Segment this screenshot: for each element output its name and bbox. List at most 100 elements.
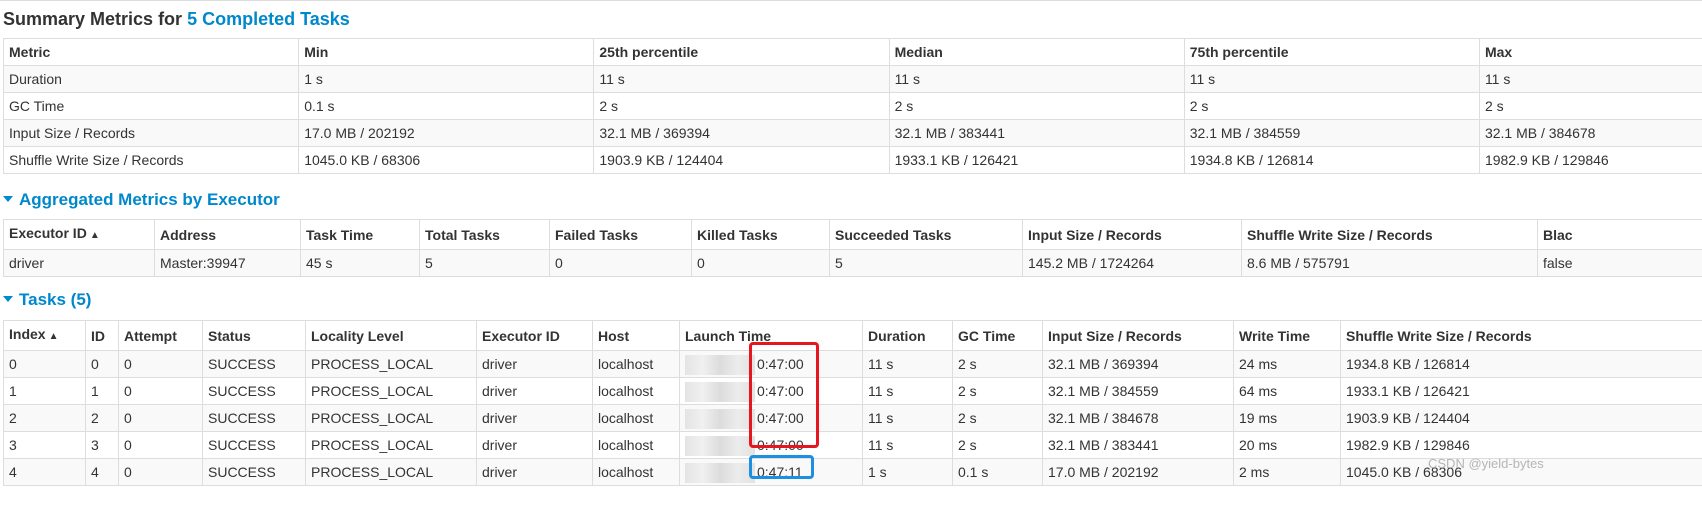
column-header-label: Input Size / Records (1048, 327, 1182, 344)
column-header-label: Metric (9, 44, 51, 60)
column-header-input-size-records[interactable]: Input Size / Records (1042, 320, 1234, 351)
table-cell: 32.1 MB / 384678 (1478, 119, 1702, 147)
column-header-killed-tasks[interactable]: Killed Tasks (691, 219, 830, 250)
table-cell: SUCCESS (202, 377, 306, 405)
column-header-label: Max (1484, 44, 1513, 60)
column-header-locality-level[interactable]: Locality Level (305, 320, 477, 351)
table-cell: SUCCESS (202, 431, 306, 459)
executor-section-toggle[interactable]: Aggregated Metrics by Executor (3, 189, 280, 211)
completed-tasks-link[interactable]: 5 Completed Tasks (187, 9, 350, 29)
table-cell: 2 (3, 404, 86, 432)
launch-time-highlight-red (749, 342, 819, 448)
column-header-task-time[interactable]: Task Time (300, 219, 420, 250)
column-header-failed-tasks[interactable]: Failed Tasks (549, 219, 692, 250)
column-header-attempt[interactable]: Attempt (118, 320, 203, 351)
table-cell: 32.1 MB / 384678 (1042, 404, 1234, 432)
table-cell: Duration (2, 65, 300, 93)
column-header-input-size-records[interactable]: Input Size / Records (1022, 219, 1242, 250)
column-header-75th-percentile[interactable]: 75th percentile (1183, 38, 1480, 66)
column-header-median[interactable]: Median (888, 38, 1185, 66)
table-cell: driver (3, 249, 155, 277)
column-header-write-time[interactable]: Write Time (1233, 320, 1341, 351)
table-cell: 0 (118, 458, 203, 486)
table-cell: 11 s (1478, 65, 1702, 93)
table-cell: driver (476, 377, 593, 405)
column-header-min[interactable]: Min (298, 38, 595, 66)
table-cell: 2 s (1183, 92, 1480, 120)
column-header-status[interactable]: Status (202, 320, 306, 351)
table-row: 0 0 0 SUCCESS PROCESS_LOCAL driver localhost 0:… (3, 350, 1702, 378)
table-cell: Shuffle Write Size / Records (2, 146, 300, 174)
table-cell: 2 s (888, 92, 1185, 120)
column-header-gc-time[interactable]: GC Time (952, 320, 1043, 351)
column-header-metric[interactable]: Metric (2, 38, 300, 66)
column-header-label: Failed Tasks (555, 226, 639, 243)
table-cell: 2 ms (1233, 458, 1341, 486)
table-cell: 20 ms (1233, 431, 1341, 459)
table-cell: 19 ms (1233, 404, 1341, 432)
column-header-blac[interactable]: Blac (1537, 219, 1702, 250)
column-header-max[interactable]: Max (1478, 38, 1702, 66)
column-header-succeeded-tasks[interactable]: Succeeded Tasks (829, 219, 1023, 250)
table-cell: 2 s (1478, 92, 1702, 120)
table-cell: localhost (592, 377, 680, 405)
table-cell: 64 ms (1233, 377, 1341, 405)
column-header-executor-id[interactable]: Executor ID (476, 320, 593, 351)
redacted-blur (685, 463, 755, 484)
column-header-label: Write Time (1239, 327, 1311, 344)
column-header-total-tasks[interactable]: Total Tasks (419, 219, 550, 250)
table-cell: 3 (85, 431, 119, 459)
table-cell: 11 s (1183, 65, 1480, 93)
column-header-label: Locality Level (311, 327, 404, 344)
table-header-row: Executor ID ▲ Address Task Time Total Tasks F… (3, 219, 1702, 250)
column-header-label: Killed Tasks (697, 226, 778, 243)
table-cell: 1 s (298, 65, 595, 93)
table-header-row: Metric Min 25th percentile Median 75th perce… (2, 38, 1702, 66)
table-cell: 0.1 s (952, 458, 1043, 486)
column-header-host[interactable]: Host (592, 320, 680, 351)
watermark: CSDN @yield-bytes (1428, 456, 1544, 471)
table-row: Duration 1 s 11 s 11 s 11 s 11 s (2, 65, 1702, 93)
table-cell: 32.1 MB / 383441 (888, 119, 1185, 147)
column-header-25th-percentile[interactable]: 25th percentile (593, 38, 890, 66)
table-cell: false (1537, 249, 1702, 277)
top-divider (0, 0, 1702, 1)
column-header-label: Status (208, 327, 251, 344)
table-row: 3 3 0 SUCCESS PROCESS_LOCAL driver localhost 0:… (3, 431, 1702, 459)
table-cell: localhost (592, 350, 680, 378)
column-header-label: Task Time (306, 226, 374, 243)
table-cell: 11 s (862, 350, 953, 378)
column-header-label: Address (160, 226, 217, 243)
column-header-id[interactable]: ID (85, 320, 119, 351)
table-cell: 32.1 MB / 369394 (1042, 350, 1234, 378)
table-row: GC Time 0.1 s2 s2 s2 s2 s (2, 92, 1702, 120)
table-header-row: Index ▲ ID Attempt Status Locality Level Execu… (3, 320, 1702, 351)
table-cell: 0 (118, 377, 203, 405)
table-cell: 11 s (862, 431, 953, 459)
column-header-label: Total Tasks (425, 226, 500, 243)
column-header-address[interactable]: Address (154, 219, 301, 250)
table-cell: 8.6 MB / 575791 (1241, 249, 1538, 277)
table-cell: Input Size / Records (2, 119, 300, 147)
column-header-label: Duration (868, 327, 926, 344)
table-cell: 1933.1 KB / 126421 (1340, 377, 1702, 405)
table-cell: localhost (592, 458, 680, 486)
column-header-label: GC Time (958, 327, 1016, 344)
table-cell: GC Time (2, 92, 300, 120)
table-cell: PROCESS_LOCAL (305, 458, 477, 486)
table-cell: 1903.9 KB / 124404 (1340, 404, 1702, 432)
tasks-section-toggle[interactable]: Tasks (5) (3, 289, 91, 311)
column-header-index[interactable]: Index ▲ (3, 320, 86, 351)
column-header-shuffle-write-size-records[interactable]: Shuffle Write Size / Records (1340, 320, 1702, 351)
column-header-executor-id[interactable]: Executor ID ▲ (3, 219, 155, 250)
column-header-label: Min (304, 44, 329, 60)
table-row: 1 1 0 SUCCESS PROCESS_LOCAL driver localhost 0:… (3, 377, 1702, 405)
table-cell: PROCESS_LOCAL (305, 431, 477, 459)
table-cell: SUCCESS (202, 458, 306, 486)
table-cell: 17.0 MB / 202192 (298, 119, 595, 147)
column-header-shuffle-write-size-records[interactable]: Shuffle Write Size / Records (1241, 219, 1538, 250)
column-header-duration[interactable]: Duration (862, 320, 953, 351)
summary-title-prefix: Summary Metrics for (3, 9, 188, 29)
chevron-down-icon (3, 295, 13, 302)
table-cell: 0 (85, 350, 119, 378)
